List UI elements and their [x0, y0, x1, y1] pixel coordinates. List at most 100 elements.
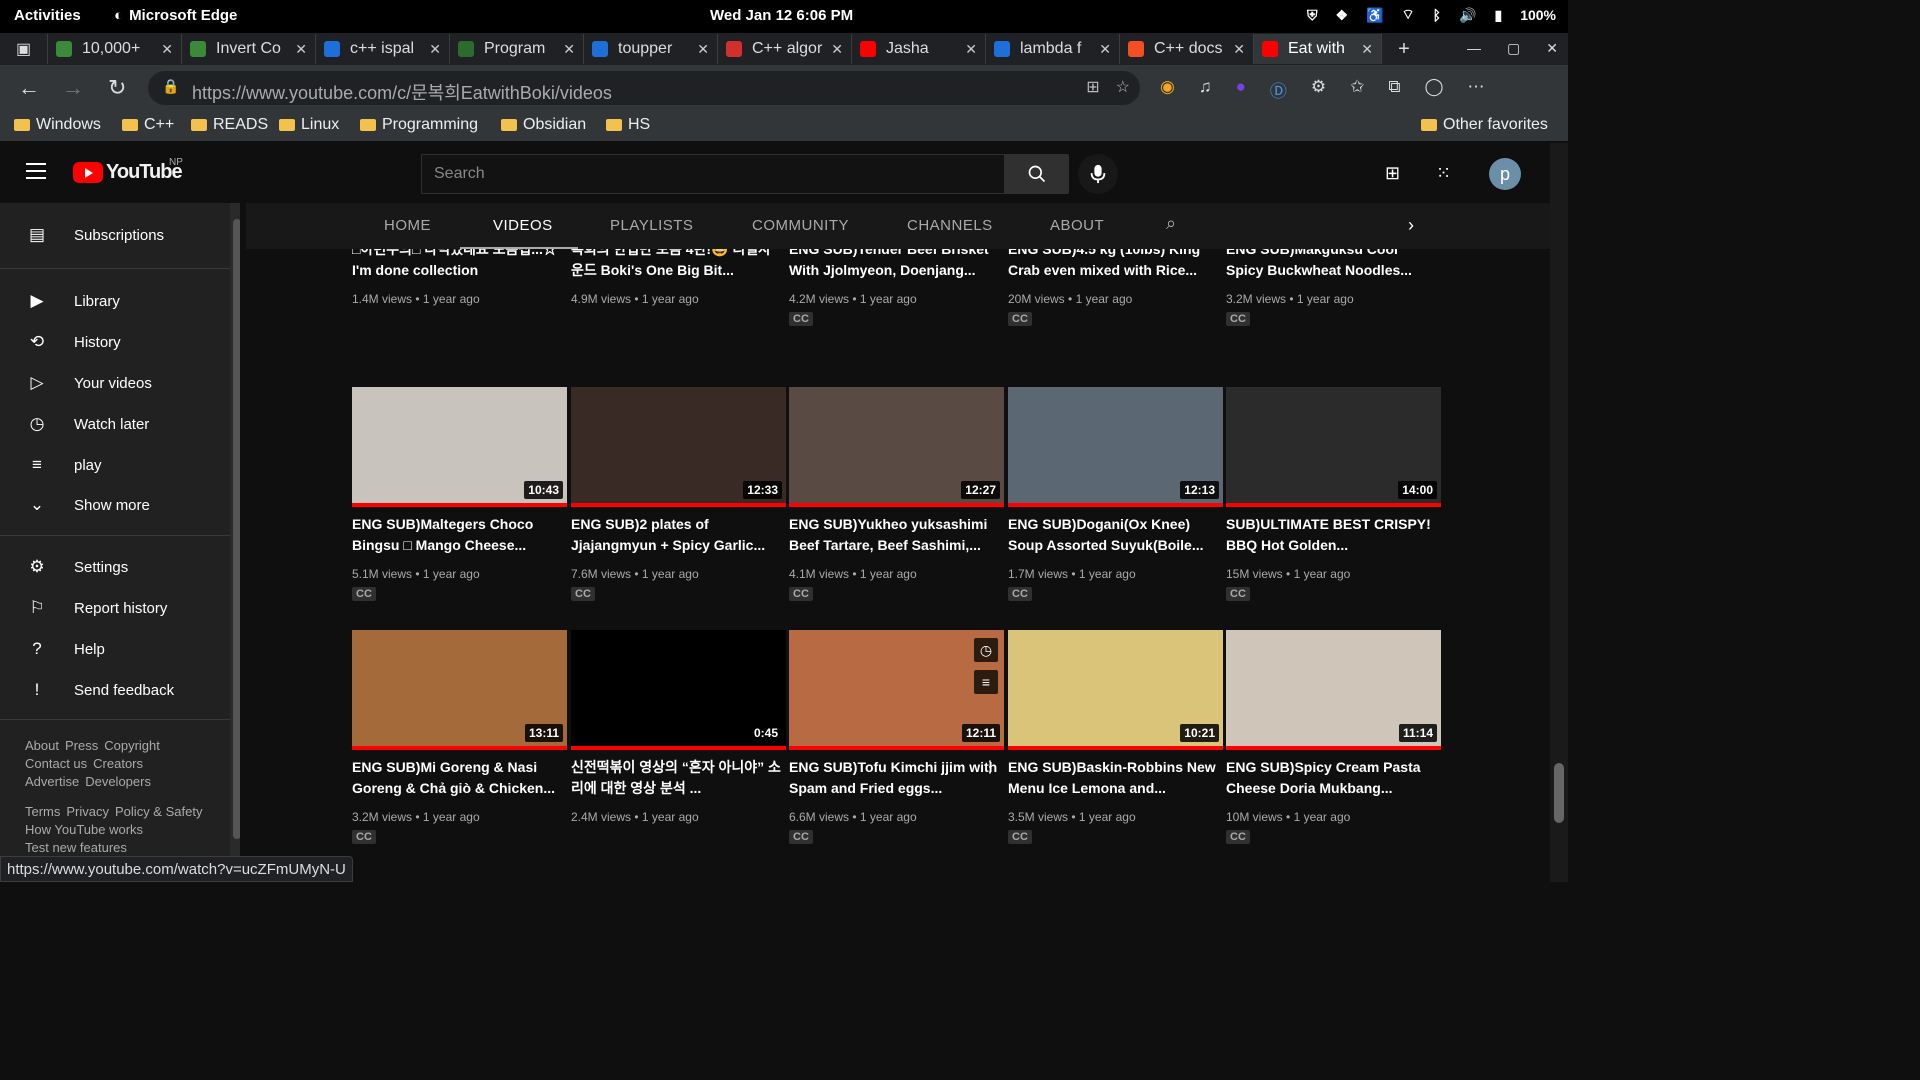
footer-link-how-youtube-works[interactable]: How YouTube works	[25, 822, 143, 837]
video-title[interactable]: ENG SUB)Spicy Cream Pasta Cheese Doria M…	[1226, 757, 1436, 799]
tab-community[interactable]: COMMUNITY	[752, 217, 849, 234]
forward-icon[interactable]: →	[62, 75, 84, 101]
search-input[interactable]	[422, 155, 1004, 193]
search-button[interactable]	[1005, 154, 1069, 194]
video-thumbnail[interactable]: 11:14	[1226, 630, 1441, 750]
extension-purple-icon[interactable]: ●	[1236, 77, 1246, 102]
browser-tab[interactable]: C++ docs ✕	[1120, 34, 1254, 64]
sidebar-item-history[interactable]: ⟲ History	[0, 322, 230, 362]
bookmark-hs[interactable]: HS	[606, 116, 650, 134]
tab-channels[interactable]: CHANNELS	[907, 217, 993, 234]
bookmark-cpp[interactable]: C++	[122, 116, 174, 134]
video-thumbnail[interactable]: 0:45	[571, 630, 786, 750]
voice-search-button[interactable]	[1078, 154, 1118, 194]
video-title[interactable]: ENG SUB)Maltegers Choco Bingsu □ Mango C…	[352, 514, 562, 556]
app-available-icon[interactable]: ⊞	[1086, 77, 1099, 97]
sidebar-item-show-more[interactable]: ⌄ Show more	[0, 485, 230, 525]
browser-tab[interactable]: 10,000+ ✕	[48, 34, 182, 64]
browser-tab[interactable]: C++ algor ✕	[718, 34, 852, 64]
video-thumbnail[interactable]: 13:11	[352, 630, 567, 750]
tab-actions-button[interactable]: ▣	[0, 34, 48, 64]
video-title[interactable]: 신전떡볶이 영상의 “혼자 아니야” 소리에 대한 영상 분석 ...	[571, 757, 781, 799]
browser-tab[interactable]: toupper ✕	[584, 34, 718, 64]
footer-link-contact[interactable]: Contact us	[25, 756, 87, 771]
lock-icon[interactable]: 🔒	[162, 78, 179, 95]
video-title[interactable]: ENG SUB)Tofu Kimchi jjim with Spam and F…	[789, 757, 999, 799]
bookmark-windows[interactable]: Windows	[14, 116, 101, 134]
sidebar-item-settings[interactable]: ⚙ Settings	[0, 547, 230, 587]
favorites-icon[interactable]: ✩	[1350, 77, 1364, 102]
youtube-logo[interactable]: YouTube NP	[73, 157, 183, 184]
video-title[interactable]: ENG SUB)2 plates of Jjajangmyun + Spicy …	[571, 514, 781, 556]
video-thumbnail[interactable]: 10:21	[1008, 630, 1223, 750]
sidebar-scrollbar[interactable]	[230, 203, 240, 882]
footer-link-test-features[interactable]: Test new features	[25, 840, 127, 855]
video-title[interactable]: ENG SUB)Makguksu Cool Spicy Buckwheat No…	[1226, 249, 1436, 281]
browser-tab[interactable]: lambda f ✕	[986, 34, 1120, 64]
footer-link-creators[interactable]: Creators	[93, 756, 143, 771]
tab-close-icon[interactable]: ✕	[563, 41, 575, 58]
collections-icon[interactable]: ⧉	[1388, 77, 1400, 102]
back-icon[interactable]: ←	[18, 75, 40, 101]
extensions-icon[interactable]: ⚙	[1311, 77, 1326, 102]
browser-tab[interactable]: Invert Co ✕	[182, 34, 316, 64]
clock[interactable]: Wed Jan 12 6:06 PM	[710, 7, 853, 24]
tab-close-icon[interactable]: ✕	[429, 41, 441, 58]
video-thumbnail[interactable]: 12:13	[1008, 387, 1223, 507]
browser-tab[interactable]: Eat with ✕	[1254, 34, 1382, 64]
tab-videos[interactable]: VIDEOS	[493, 217, 553, 234]
watch-later-icon[interactable]: ◷	[974, 638, 998, 662]
add-to-queue-icon[interactable]: ≡	[974, 670, 998, 694]
scrollbar-thumb[interactable]	[233, 219, 240, 839]
sidebar-item-send-feedback[interactable]: ! Send feedback	[0, 670, 230, 710]
video-thumbnail[interactable]: 12:27	[789, 387, 1004, 507]
tab-close-icon[interactable]: ✕	[1233, 41, 1245, 58]
tab-about[interactable]: ABOUT	[1050, 217, 1104, 234]
browser-tab[interactable]: c++ ispal ✕	[316, 34, 450, 64]
new-tab-button[interactable]: +	[1382, 34, 1426, 64]
tab-close-icon[interactable]: ✕	[1361, 41, 1373, 58]
video-thumbnail[interactable]: 14:00	[1226, 387, 1441, 507]
video-title[interactable]: □아련주의□ 다먹었네요 모음집...☆ I'm done collection	[352, 249, 562, 281]
video-title[interactable]: ENG SUB)Tender Beef Brisket With Jjolmye…	[789, 249, 999, 281]
create-video-icon[interactable]: ⊞	[1385, 163, 1400, 184]
video-title[interactable]: SUB)ULTIMATE BEST CRISPY! BBQ Hot Golden…	[1226, 514, 1436, 556]
extension-honey-icon[interactable]: ◉	[1160, 77, 1175, 102]
tab-close-icon[interactable]: ✕	[697, 41, 709, 58]
close-icon[interactable]: ✕	[1546, 40, 1558, 57]
bookmark-obsidian[interactable]: Obsidian	[501, 116, 586, 134]
footer-link-policy[interactable]: Policy & Safety	[115, 804, 202, 819]
url-field[interactable]: 🔒 https://www.youtube.com/c/문복희EatwithBo…	[148, 71, 1140, 105]
page-scrollbar[interactable]	[1550, 143, 1568, 882]
profile-icon[interactable]: ◯	[1425, 77, 1444, 102]
video-title[interactable]: 복희의 한입만 모음 4탄!😆 리얼사운드 Boki's One Big Bit…	[571, 249, 781, 281]
bookmark-reads[interactable]: READS	[191, 116, 268, 134]
browser-tab[interactable]: Program ✕	[450, 34, 584, 64]
more-menu-icon[interactable]: ⋯	[1468, 77, 1485, 102]
sidebar-item-your-videos[interactable]: ▷ Your videos	[0, 363, 230, 403]
browser-tab[interactable]: Jasha ✕	[852, 34, 986, 64]
tab-close-icon[interactable]: ✕	[1099, 41, 1111, 58]
video-title[interactable]: ENG SUB)Yukheo yuksashimi Beef Tartare, …	[789, 514, 999, 556]
footer-link-about[interactable]: About	[25, 738, 59, 753]
sidebar-item-watch-later[interactable]: ◷ Watch later	[0, 404, 230, 444]
url-text[interactable]: https://www.youtube.com/c/문복희EatwithBoki…	[192, 79, 612, 105]
music-icon[interactable]: ♫	[1199, 77, 1212, 102]
menu-icon[interactable]	[26, 163, 46, 184]
refresh-icon[interactable]: ↻	[108, 75, 126, 101]
add-favorite-icon[interactable]: ☆	[1116, 77, 1130, 97]
sidebar-item-library[interactable]: ▶ Library	[0, 281, 230, 321]
video-thumbnail[interactable]: 10:43	[352, 387, 567, 507]
video-title[interactable]: ENG SUB)Mi Goreng & Nasi Goreng & Chả gi…	[352, 757, 562, 799]
video-title[interactable]: ENG SUB)Baskin-Robbins New Menu Ice Lemo…	[1008, 757, 1218, 799]
tab-close-icon[interactable]: ✕	[161, 41, 173, 58]
chevron-right-icon[interactable]: ›	[1408, 215, 1414, 236]
system-tray[interactable]: ⛨ ❖ ♿ ⌔ ᛒ 🔊 ▮ 100%	[1307, 6, 1556, 24]
app-menu[interactable]: ◐ Microsoft Edge	[114, 7, 237, 24]
channel-search-icon[interactable]: ⌕	[1166, 213, 1177, 234]
tab-home[interactable]: HOME	[384, 217, 431, 234]
bookmark-linux[interactable]: Linux	[279, 116, 339, 134]
tab-close-icon[interactable]: ✕	[965, 41, 977, 58]
sidebar-item-help[interactable]: ? Help	[0, 629, 230, 669]
footer-link-copyright[interactable]: Copyright	[104, 738, 160, 753]
